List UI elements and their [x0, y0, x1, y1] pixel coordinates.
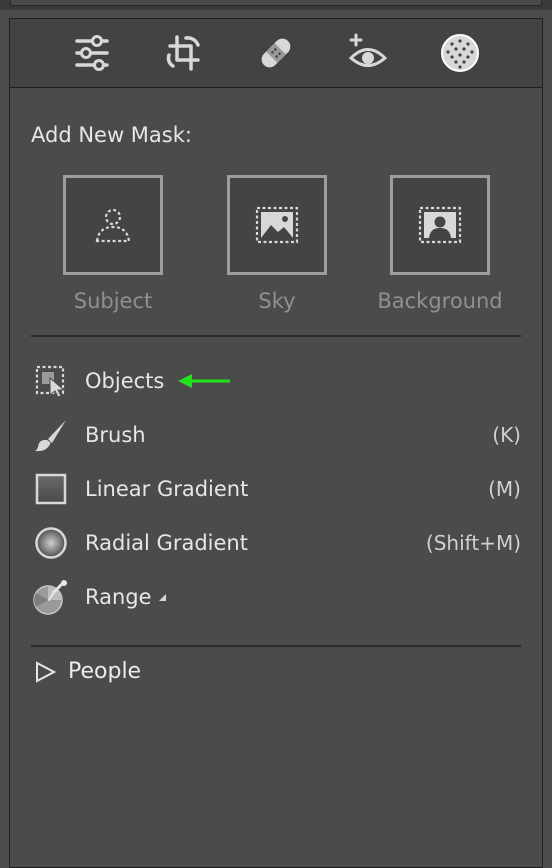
- background-preset-button[interactable]: Background: [370, 175, 510, 313]
- linear-gradient-shortcut: (M): [488, 477, 521, 501]
- sliders-icon: [75, 35, 109, 71]
- subject-preset-label: Subject: [73, 289, 153, 313]
- radial-gradient-icon-wrap: [31, 523, 71, 563]
- bandage-icon: [261, 38, 291, 68]
- masking-panel: Add New Mask: Subject Sky Background Obj…: [9, 18, 543, 868]
- divider: [31, 645, 521, 647]
- range-icon: [33, 580, 67, 615]
- people-section-toggle[interactable]: People: [34, 659, 141, 684]
- background-preset-box: [390, 175, 490, 275]
- top-strip: [0, 0, 552, 10]
- heal-tool-button[interactable]: [253, 30, 299, 76]
- sky-preset-button[interactable]: Sky: [207, 175, 347, 313]
- objects-label: Objects: [85, 369, 165, 393]
- annotation-arrow-icon: [178, 374, 231, 388]
- linear-gradient-icon-wrap: [31, 469, 71, 509]
- people-label: People: [68, 659, 142, 684]
- divider: [31, 335, 521, 337]
- brush-icon: [35, 420, 66, 452]
- range-tool-row[interactable]: Range: [31, 575, 521, 619]
- range-dropdown-icon[interactable]: [157, 592, 167, 602]
- sky-icon: [255, 206, 299, 244]
- objects-icon-wrap: [31, 361, 71, 401]
- eye-plus-icon: [348, 33, 388, 67]
- radial-gradient-tool-row[interactable]: Radial Gradient (Shift+M): [31, 521, 521, 565]
- top-strip-inner: [10, 0, 542, 6]
- radial-gradient-icon: [35, 527, 67, 559]
- radial-gradient-label: Radial Gradient: [85, 531, 248, 555]
- tool-strip: [10, 19, 542, 88]
- brush-icon-wrap: [31, 415, 71, 455]
- subject-icon: [95, 208, 131, 243]
- crop-tool-button[interactable]: [161, 30, 207, 76]
- edit-tool-button[interactable]: [69, 30, 115, 76]
- range-icon-wrap: [31, 577, 71, 617]
- radial-gradient-shortcut: (Shift+M): [425, 531, 521, 555]
- range-label: Range: [85, 585, 152, 609]
- red-eye-tool-button[interactable]: [345, 30, 391, 76]
- brush-label: Brush: [85, 423, 146, 447]
- objects-icon: [35, 365, 66, 398]
- crop-icon: [166, 35, 200, 71]
- mask-presets: Subject Sky Background: [10, 175, 542, 325]
- add-new-mask-label: Add New Mask:: [31, 123, 192, 147]
- sky-preset-box: [227, 175, 327, 275]
- subject-preset-box: [63, 175, 163, 275]
- subject-preset-button[interactable]: Subject: [43, 175, 183, 313]
- background-preset-label: Background: [377, 289, 503, 313]
- linear-gradient-tool-row[interactable]: Linear Gradient (M): [31, 467, 521, 511]
- masking-circle-icon: [441, 34, 479, 72]
- disclosure-triangle-icon: [36, 660, 56, 683]
- masking-tool-button[interactable]: [437, 30, 483, 76]
- sky-preset-label: Sky: [258, 289, 296, 313]
- linear-gradient-icon: [35, 473, 67, 505]
- brush-tool-row[interactable]: Brush (K): [31, 413, 521, 457]
- background-icon: [418, 206, 462, 244]
- linear-gradient-label: Linear Gradient: [85, 477, 249, 501]
- brush-shortcut: (K): [492, 423, 521, 447]
- objects-tool-row[interactable]: Objects: [31, 359, 521, 403]
